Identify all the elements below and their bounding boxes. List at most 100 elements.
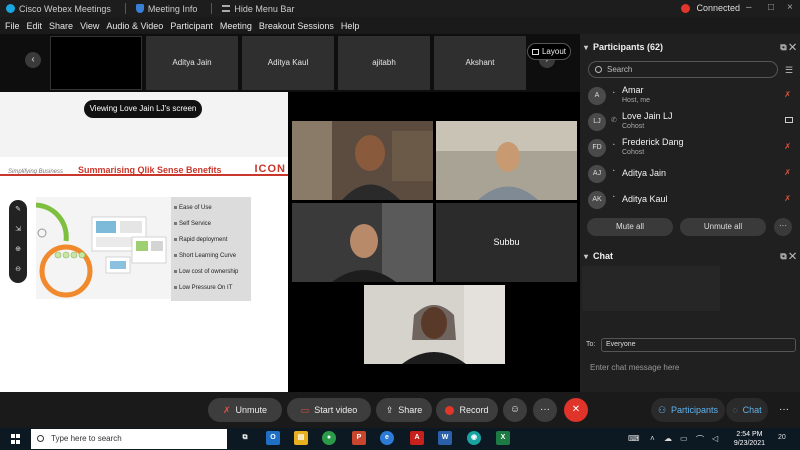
participants-panel-button[interactable]: ⚇ Participants <box>651 398 725 422</box>
mic-muted-icon[interactable]: ✗ <box>784 142 791 151</box>
chrome-icon[interactable]: ● <box>322 431 336 445</box>
windows-taskbar: Type here to search ⧉ O ▤ ● P e A W ◉ X … <box>0 428 800 450</box>
menu-help[interactable]: Help <box>341 21 360 31</box>
video-tile-aditya-jain[interactable]: Aditya Jain <box>146 36 238 90</box>
app-title: Cisco Webex Meetings <box>6 4 111 14</box>
participant-video[interactable] <box>436 121 577 200</box>
leave-meeting-button[interactable]: ✕ <box>564 398 588 422</box>
strip-prev-button[interactable]: ‹ <box>25 52 41 68</box>
menu-participant[interactable]: Participant <box>170 21 213 31</box>
cloud-icon[interactable]: ☁ <box>664 434 672 443</box>
excel-icon[interactable]: X <box>496 431 510 445</box>
video-feed <box>292 203 433 282</box>
participants-title: Participants (62) <box>593 42 664 52</box>
search-icon <box>595 66 602 73</box>
popout-close-icons[interactable]: ⧉ ✕ <box>780 251 796 262</box>
sort-icon[interactable]: ☰ <box>785 65 793 76</box>
share-button[interactable]: ⇪ Share <box>376 398 432 422</box>
chat-recipient-select[interactable]: Everyone <box>601 338 796 352</box>
taskbar-search-input[interactable]: Type here to search <box>31 429 227 449</box>
powerpoint-icon[interactable]: P <box>352 431 366 445</box>
participant-search-input[interactable]: Search <box>588 61 778 78</box>
panels-more-button[interactable]: ··· <box>772 398 796 422</box>
taskbar-clock[interactable]: 2:54 PM 9/23/2021 <box>734 430 765 448</box>
video-tile-aditya-kaul[interactable]: Aditya Kaul <box>242 36 334 90</box>
acrobat-icon[interactable]: A <box>410 431 424 445</box>
audio-icon: ◔ <box>611 168 616 175</box>
share-label: Share <box>398 405 423 415</box>
meeting-info-button[interactable]: Meeting Info <box>135 4 197 14</box>
menu-breakout-sessions[interactable]: Breakout Sessions <box>259 21 334 31</box>
maximize-button[interactable]: □ <box>768 2 774 13</box>
word-icon[interactable]: W <box>438 431 452 445</box>
webex-taskbar-icon[interactable]: ◉ <box>467 431 481 445</box>
chat-header[interactable]: ▾ Chat ⧉ ✕ <box>580 246 800 266</box>
participant-row[interactable]: LJ ✆ Love Jain LJ Cohost <box>588 109 793 135</box>
minimize-button[interactable]: – <box>746 2 752 13</box>
mute-all-button[interactable]: Mute all <box>587 218 673 236</box>
outlook-icon[interactable]: O <box>266 431 280 445</box>
participants-more-button[interactable]: ··· <box>774 218 792 236</box>
chat-panel-button[interactable]: ◌ Chat <box>726 398 768 422</box>
participant-row[interactable]: AJ ◔ Aditya Jain ✗ <box>588 161 793 187</box>
participant-video[interactable] <box>292 121 433 200</box>
unmute-label: Unmute <box>235 405 268 415</box>
participants-header[interactable]: ▾ Participants (62) ⧉ ✕ <box>580 37 800 57</box>
record-button[interactable]: Record <box>436 398 498 422</box>
participant-video[interactable] <box>292 203 433 282</box>
menu-audio-video[interactable]: Audio & Video <box>106 21 163 31</box>
menu-file[interactable]: File <box>5 21 20 31</box>
start-video-button[interactable]: ▭ Start video <box>287 398 371 422</box>
task-view-icon[interactable]: ⧉ <box>238 431 252 445</box>
menu-view[interactable]: View <box>80 21 99 31</box>
keyboard-icon[interactable]: ⌨ <box>628 434 640 443</box>
reactions-button[interactable]: ☺ <box>503 398 527 422</box>
unmute-all-button[interactable]: Unmute all <box>680 218 766 236</box>
chevron-down-icon[interactable]: ▾ <box>584 43 588 52</box>
mic-muted-icon[interactable]: ✗ <box>784 194 791 203</box>
annotate-icon[interactable]: ✎ <box>9 200 27 220</box>
network-icon[interactable]: ⌒ <box>696 434 704 445</box>
menu-meeting[interactable]: Meeting <box>220 21 252 31</box>
close-window-button[interactable]: × <box>787 2 793 13</box>
video-tile-ajitabh[interactable]: ajitabh <box>338 36 430 90</box>
participant-row[interactable]: A ◔ Amar Host, me ✗ <box>588 83 793 109</box>
up-arrow-icon[interactable]: ˄ <box>650 434 655 443</box>
chevron-down-icon[interactable]: ▾ <box>584 252 588 261</box>
notifications-badge[interactable]: 20 <box>778 434 786 441</box>
camera-icon[interactable] <box>785 117 793 123</box>
connection-status[interactable]: Connected <box>681 3 740 13</box>
mic-muted-icon[interactable]: ✗ <box>784 168 791 177</box>
file-explorer-icon[interactable]: ▤ <box>294 431 308 445</box>
participant-tile-subbu[interactable]: Subbu <box>436 203 577 282</box>
menu-share[interactable]: Share <box>49 21 73 31</box>
popout-close-icons[interactable]: ⧉ ✕ <box>780 42 796 53</box>
side-panel: ▾ Participants (62) ⧉ ✕ Search ☰ A ◔ Ama… <box>580 34 800 392</box>
layout-button[interactable]: Layout <box>527 43 571 60</box>
edge-icon[interactable]: e <box>380 431 394 445</box>
volume-icon[interactable]: ◁ <box>712 434 718 443</box>
more-options-button[interactable]: ··· <box>533 398 557 422</box>
video-tile-akshant[interactable]: Akshant <box>434 36 526 90</box>
menu-edit[interactable]: Edit <box>27 21 43 31</box>
participant-row[interactable]: AK ◔ Aditya Kaul ✗ <box>588 187 793 213</box>
search-icon <box>37 435 44 442</box>
zoom-out-icon[interactable]: ⊖ <box>9 260 27 280</box>
webex-icon <box>6 4 15 13</box>
participant-name: Frederick Dang <box>622 137 684 147</box>
chat-input[interactable]: Enter chat message here <box>590 363 679 372</box>
fit-icon[interactable]: ⇲ <box>9 220 27 240</box>
participant-row[interactable]: FD ◔ Frederick Dang Cohost ✗ <box>588 135 793 161</box>
mic-muted-icon[interactable]: ✗ <box>784 90 791 99</box>
video-grid: Subbu <box>288 92 580 392</box>
phone-icon: ✆ <box>611 117 617 124</box>
hide-menu-bar-button[interactable]: Hide Menu Bar <box>222 4 294 14</box>
zoom-in-icon[interactable]: ⊕ <box>9 240 27 260</box>
unmute-button[interactable]: ✗ Unmute <box>208 398 282 422</box>
divider <box>211 3 213 14</box>
meeting-controls: ✗ Unmute ▭ Start video ⇪ Share Record ☺ … <box>0 392 800 428</box>
battery-icon[interactable]: ▭ <box>680 434 688 443</box>
windows-start-icon[interactable] <box>11 434 21 444</box>
connection-label: Connected <box>696 3 740 13</box>
participant-video[interactable] <box>364 285 505 364</box>
